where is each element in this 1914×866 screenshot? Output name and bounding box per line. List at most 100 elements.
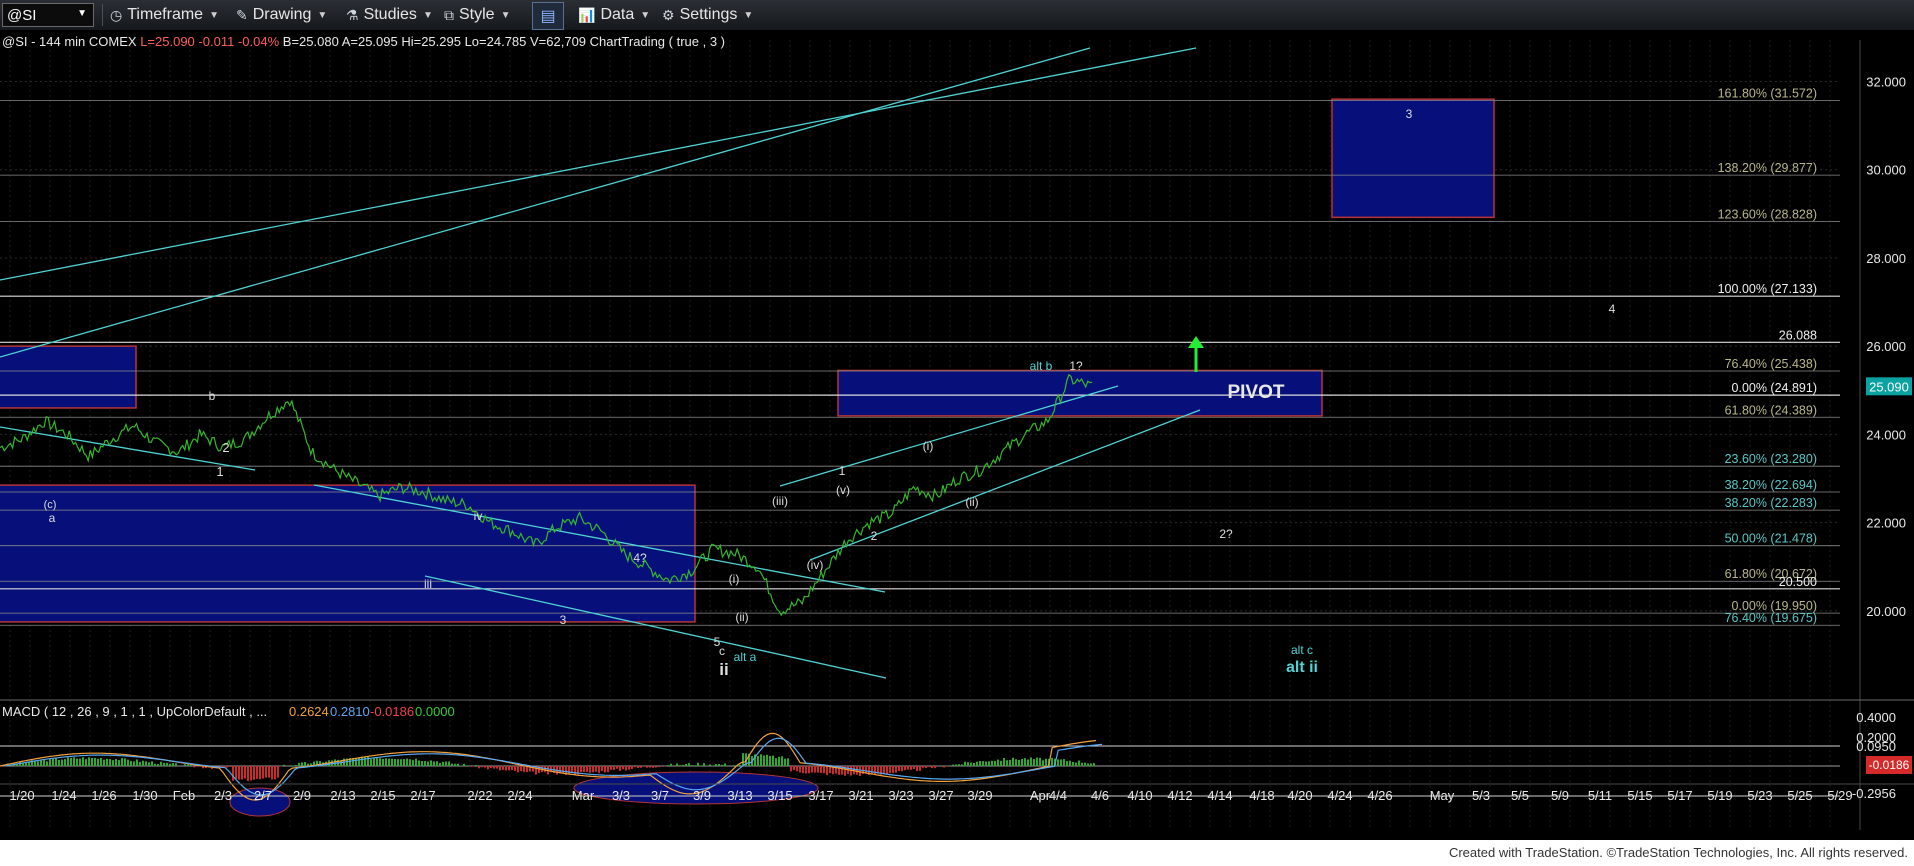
x-tick-label: 3/15 [767, 788, 792, 803]
wave-label: (ii) [965, 495, 978, 509]
wave-label: a [49, 511, 56, 525]
wave-label: alt a [734, 650, 757, 664]
chevron-down-icon: ▼ [743, 9, 754, 21]
wave-label: alt b [1030, 359, 1053, 373]
fib-label: 50.00% (21.478) [1725, 532, 1817, 546]
price-chart[interactable]: 161.80% (31.572)138.20% (29.877)123.60% … [0, 30, 1914, 840]
zone-box-left [0, 484, 696, 623]
x-tick-label: 4/26 [1367, 788, 1392, 803]
wave-label: (c) [44, 499, 57, 511]
x-tick-label: 2/17 [410, 788, 435, 803]
symbol-input[interactable]: @SI ▼ [2, 3, 94, 27]
clock-icon: ◷ [110, 6, 123, 23]
bar-chart-icon: 📊 [578, 6, 596, 23]
info-percent: -0.04% [237, 34, 280, 49]
fib-label: 0.00% (24.891) [1732, 381, 1817, 395]
x-tick-label: 3/29 [967, 788, 992, 803]
chevron-down-icon: ▼ [209, 9, 219, 21]
wave-label: 2 [222, 440, 229, 455]
wave-label: (i) [729, 572, 740, 586]
x-tick-label: 5/15 [1627, 788, 1652, 803]
macd-label: MACD ( 12 , 26 , 9 , 1 , 1 , UpColorDefa… [2, 704, 267, 719]
wave-label: 1 [216, 464, 223, 479]
info-prefix: @SI - 144 min COMEX [2, 34, 137, 49]
macd-value-4: 0.0000 [415, 704, 455, 719]
toolbar-divider [102, 4, 103, 26]
x-tick-label: 2/24 [507, 788, 532, 803]
style-label: Style [459, 6, 495, 23]
y-tick-label: 22.000 [1866, 516, 1906, 531]
wave-label: alt c [1291, 643, 1313, 657]
x-tick-label: 4/10 [1127, 788, 1152, 803]
studies-button[interactable]: ⚗ Studies ▼ [346, 4, 433, 26]
style-button[interactable]: ⧉ Style ▼ [444, 4, 510, 26]
fib-label: 100.00% (27.133) [1718, 282, 1817, 296]
wave-label: 4 [1609, 302, 1616, 316]
wave-label: (ii) [735, 610, 748, 624]
x-tick-label: 3/9 [693, 788, 711, 803]
x-tick-label: 2/22 [467, 788, 492, 803]
wave-label: 2 [871, 529, 878, 543]
x-tick-label: Mar [572, 788, 595, 803]
x-tick-label: 5/3 [1472, 788, 1490, 803]
x-tick-label: 1/30 [132, 788, 157, 803]
fib-label: 61.80% (24.389) [1725, 403, 1817, 417]
chevron-down-icon: ▼ [77, 8, 87, 19]
x-tick-label: 5/9 [1551, 788, 1569, 803]
chevron-down-icon: ▼ [640, 9, 651, 21]
x-tick-label: 1/20 [9, 788, 34, 803]
x-tick-label: 3/27 [928, 788, 953, 803]
x-tick-label: 4/24 [1327, 788, 1352, 803]
settings-button[interactable]: ⚙ Settings ▼ [662, 4, 753, 26]
style-icon: ⧉ [444, 6, 454, 23]
y-tick-label: 32.000 [1866, 74, 1906, 89]
chart-area[interactable]: 161.80% (31.572) 138.20% (29.877) 123.60% … [0, 30, 1914, 840]
wave-label: PIVOT [1227, 382, 1284, 403]
y-tick-label: 20.000 [1866, 604, 1906, 619]
flask-icon: ⚗ [346, 6, 359, 23]
fib-label: 26.088 [1779, 328, 1817, 342]
x-tick-label: 5/5 [1511, 788, 1529, 803]
x-tick-label: 1/26 [91, 788, 116, 803]
chevron-down-icon: ▼ [422, 9, 433, 21]
wave-label: (i) [923, 439, 934, 453]
settings-label: Settings [679, 6, 738, 23]
data-button[interactable]: 📊 Data ▼ [578, 4, 650, 26]
x-tick-label: 3/13 [727, 788, 752, 803]
macd-tick-label: 0.0950 [1856, 739, 1896, 754]
y-tick-label: 26.000 [1866, 339, 1906, 354]
fib-label: 76.40% (19.675) [1725, 611, 1817, 625]
x-tick-label: 5/17 [1667, 788, 1692, 803]
wave-label: iv [474, 509, 483, 523]
info-change: -0.011 [198, 34, 235, 49]
wave-label: 4? [633, 551, 647, 565]
macd-tick-label: 0.4000 [1856, 710, 1896, 725]
panels-button[interactable]: ▤ [532, 2, 564, 30]
chevron-down-icon: ▼ [500, 9, 511, 21]
current-price-label: 25.090 [1869, 379, 1909, 394]
x-tick-label: Apr [1030, 788, 1051, 803]
x-tick-label: 2/9 [293, 788, 311, 803]
wave-label: iii [424, 577, 432, 591]
x-tick-label: 2/7 [254, 788, 272, 803]
y-tick-label: 28.000 [1866, 251, 1906, 266]
x-tick-label: 2/15 [370, 788, 395, 803]
wave-label: 1 [839, 464, 846, 478]
wave-label: (v) [836, 483, 850, 497]
info-rest: B=25.080 A=25.095 Hi=25.295 Lo=24.785 V=… [282, 34, 725, 49]
x-tick-label: 1/24 [51, 788, 76, 803]
x-tick-label: 5/29 [1827, 788, 1852, 803]
timeframe-label: Timeframe [127, 6, 204, 23]
x-tick-label: 3/23 [888, 788, 913, 803]
timeframe-button[interactable]: ◷ Timeframe ▼ [110, 4, 219, 26]
wave-label: (iii) [772, 494, 788, 508]
fib-label: 161.80% (31.572) [1718, 86, 1817, 100]
symbol-info-line: @SI - 144 min COMEX L=25.090 -0.011 -0.0… [2, 34, 725, 49]
wave-label: c [719, 644, 725, 658]
wave-label: 2? [1219, 527, 1233, 541]
x-tick-label: 4/6 [1091, 788, 1109, 803]
drawing-button[interactable]: ✎ Drawing ▼ [236, 4, 327, 26]
x-tick-label: 4/14 [1207, 788, 1232, 803]
x-tick-label: Feb [173, 788, 195, 803]
wave-label: 3 [560, 613, 567, 627]
